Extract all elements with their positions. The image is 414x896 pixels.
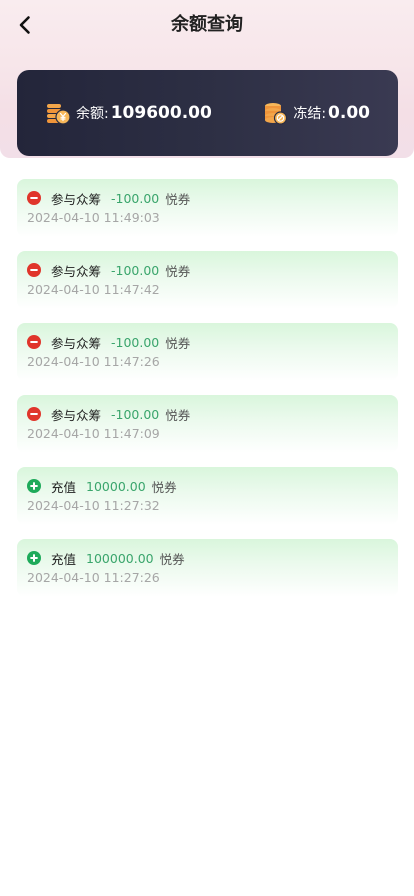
record-time: 2024-04-10 11:47:26: [27, 354, 160, 369]
coin-stack-blocked-icon: [265, 103, 288, 125]
record-title: 参与众筹: [51, 191, 102, 207]
record-time: 2024-04-10 11:47:09: [27, 426, 160, 441]
balance-stat: 余额: 109600.00: [45, 100, 262, 126]
record-unit: 悦券: [151, 479, 177, 495]
record-time: 2024-04-10 11:47:42: [27, 282, 160, 297]
record-title: 充值: [51, 551, 77, 567]
record-title: 充值: [51, 479, 77, 495]
balance-card: 余额: 109600.00 冻结: 0.00: [17, 70, 398, 156]
minus-circle-icon: [27, 263, 41, 277]
record-item[interactable]: 参与众筹 -100.00 悦券 2024-04-10 11:49:03: [17, 179, 398, 237]
record-time: 2024-04-10 11:27:26: [27, 570, 160, 585]
record-amount: -100.00: [111, 406, 160, 422]
record-unit: 悦券: [165, 263, 191, 279]
minus-circle-icon: [27, 335, 41, 349]
record-title: 参与众筹: [51, 263, 102, 279]
record-list: 参与众筹 -100.00 悦券 2024-04-10 11:49:03 参与众筹…: [17, 179, 398, 611]
record-item[interactable]: 参与众筹 -100.00 悦券 2024-04-10 11:47:42: [17, 251, 398, 309]
chevron-left-icon: [19, 16, 30, 34]
plus-circle-icon: [27, 479, 41, 493]
record-amount: -100.00: [111, 190, 160, 206]
record-title: 参与众筹: [51, 335, 102, 351]
record-amount: 100000.00: [86, 550, 154, 566]
record-unit: 悦券: [165, 335, 191, 351]
balance-value: 109600.00: [110, 103, 212, 123]
minus-circle-icon: [27, 407, 41, 421]
plus-circle-icon: [27, 551, 41, 565]
coin-stack-yen-icon: [47, 104, 71, 125]
record-unit: 悦券: [159, 551, 185, 567]
balance-label: 余额:: [76, 106, 109, 122]
header-bar: 余额查询: [0, 0, 414, 50]
record-amount: -100.00: [111, 334, 160, 350]
back-button[interactable]: [10, 10, 40, 40]
record-item[interactable]: 参与众筹 -100.00 悦券 2024-04-10 11:47:09: [17, 395, 398, 453]
record-amount: -100.00: [111, 262, 160, 278]
page-title: 余额查询: [171, 14, 243, 35]
record-time: 2024-04-10 11:27:32: [27, 498, 160, 513]
frozen-stat: 冻结: 0.00: [262, 100, 370, 126]
minus-circle-icon: [27, 191, 41, 205]
frozen-label: 冻结:: [293, 106, 327, 122]
record-amount: 10000.00: [86, 478, 146, 494]
frozen-value: 0.00: [328, 103, 370, 123]
balance-query-page: 余额查询 余额: 109600.00 冻结: 0.00 参与众筹 -100.00…: [0, 0, 414, 896]
record-unit: 悦券: [165, 407, 191, 423]
record-title: 参与众筹: [51, 407, 102, 423]
record-item[interactable]: 充值 100000.00 悦券 2024-04-10 11:27:26: [17, 539, 398, 597]
record-time: 2024-04-10 11:49:03: [27, 210, 160, 225]
record-item[interactable]: 充值 10000.00 悦券 2024-04-10 11:27:32: [17, 467, 398, 525]
record-unit: 悦券: [165, 191, 191, 207]
record-item[interactable]: 参与众筹 -100.00 悦券 2024-04-10 11:47:26: [17, 323, 398, 381]
